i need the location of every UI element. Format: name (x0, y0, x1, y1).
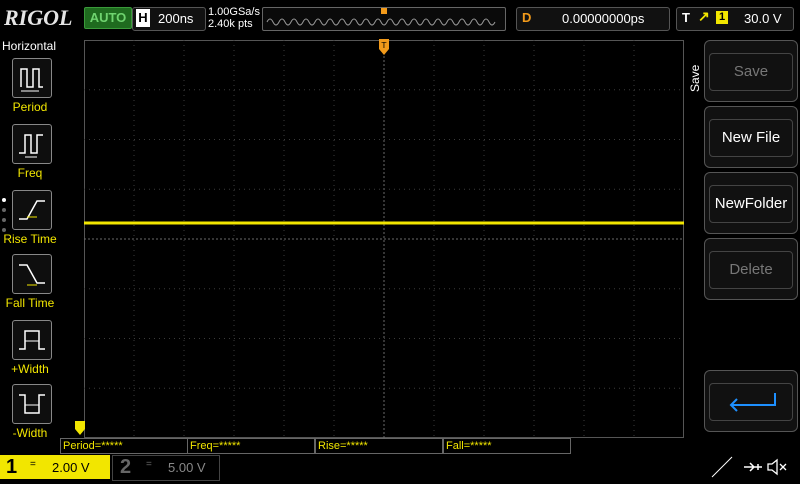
ch1-number: 1 (6, 456, 18, 478)
timebase-value: 200ns (158, 11, 194, 26)
new-folder-button-label: NewFolder (709, 185, 793, 223)
save-button-label: Save (709, 53, 793, 91)
graticule (84, 40, 684, 438)
rise-time-icon (12, 190, 52, 230)
measure-label: Freq (17, 166, 43, 180)
negative-width-icon (12, 384, 52, 424)
delay-value: 0.00000000ps (562, 11, 645, 26)
return-arrow-icon (709, 383, 793, 421)
new-file-button-label: New File (709, 119, 793, 157)
measure-label: -Width (12, 426, 48, 440)
trigger-letter: T (682, 10, 690, 25)
memory-depth: 2.40k pts (208, 18, 253, 30)
rising-edge-icon: ↗ (698, 8, 710, 24)
freq-icon (12, 124, 52, 164)
sidebar-title: Horizontal (2, 39, 57, 53)
back-button[interactable] (704, 370, 798, 432)
horizontal-letter: H (136, 9, 150, 27)
trigger-position-icon[interactable]: T (378, 38, 390, 61)
brand-logo: RIGOL (4, 5, 73, 30)
ch2-coupling: = (146, 459, 152, 470)
ch2-scale: 5.00 V (168, 460, 206, 475)
svg-text:T: T (381, 41, 387, 50)
waveform-grid[interactable] (84, 40, 684, 438)
measure-label: Rise Time (3, 232, 57, 246)
measure-label: Period (12, 100, 48, 114)
measurement-freq[interactable]: Freq=***** (187, 438, 315, 454)
fall-time-icon (12, 254, 52, 294)
usb-icon (744, 462, 762, 472)
measurement-rise[interactable]: Rise=***** (315, 438, 443, 454)
arrows-icon (711, 456, 733, 478)
trigger-source: 1 (716, 11, 728, 24)
measure-item-fall-time[interactable]: Fall Time (0, 254, 60, 318)
measure-label: Fall Time (5, 296, 55, 310)
measure-item-freq[interactable]: Freq (0, 124, 60, 188)
memory-overview-strip[interactable] (262, 7, 506, 31)
new-file-button[interactable]: New File (704, 106, 798, 168)
period-icon (12, 58, 52, 98)
measure-item-positive-width[interactable]: +Width (0, 320, 60, 384)
save-button[interactable]: Save (704, 40, 798, 102)
measurement-fall[interactable]: Fall=***** (443, 438, 571, 454)
new-folder-button[interactable]: NewFolder (704, 172, 798, 234)
delete-button-label: Delete (709, 251, 793, 289)
trigger-level: 30.0 V (744, 11, 782, 26)
measure-item-rise-time[interactable]: Rise Time (0, 190, 60, 254)
measurement-period[interactable]: Period=***** (60, 438, 188, 454)
delay-letter: D (522, 10, 532, 25)
delete-button[interactable]: Delete (704, 238, 798, 300)
ch1-scale: 2.00 V (52, 460, 90, 475)
speaker-muted-icon[interactable] (767, 458, 787, 476)
status-icons (710, 455, 800, 479)
run-mode-badge[interactable]: AUTO (84, 7, 132, 29)
sample-rate: 1.00GSa/s (208, 6, 260, 18)
measure-item-period[interactable]: Period (0, 58, 60, 122)
ch2-number: 2 (120, 456, 132, 478)
measure-item-negative-width[interactable]: -Width (0, 384, 60, 448)
measure-label: +Width (11, 362, 49, 376)
waveform-overview-icon (266, 8, 496, 26)
ch1-coupling: = (30, 459, 36, 470)
panel-title: Save (688, 64, 702, 92)
sample-info: 1.00GSa/s 2.40k pts (208, 6, 260, 30)
positive-width-icon (12, 320, 52, 360)
